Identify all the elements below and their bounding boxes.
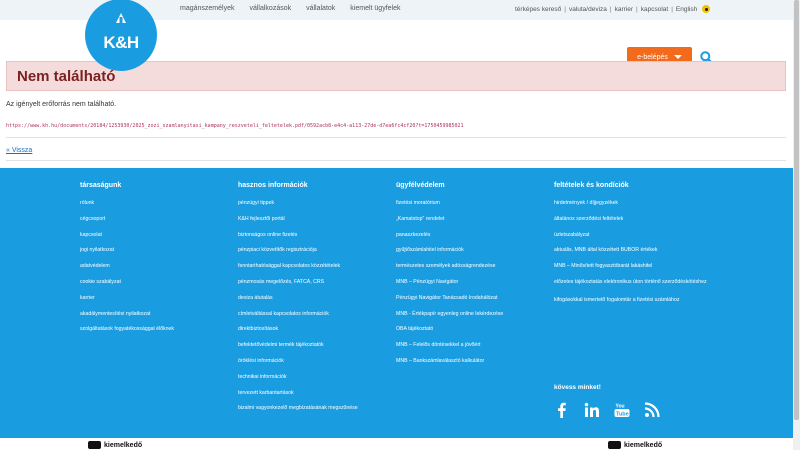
footer-link[interactable]: akadálymentesítési nyilatkozat (80, 311, 174, 327)
footer-link[interactable]: általános szerződési feltételek (554, 216, 714, 232)
nav-vallalkozasok[interactable]: vállalkozások (249, 5, 291, 12)
footer-link[interactable]: deviza átutalás (238, 295, 358, 311)
footer-link[interactable]: kifogásokkal ismertető fogalomtár a fize… (554, 297, 714, 313)
award-logo-icon (88, 441, 101, 449)
footer-column-ugyfelvedelem: ügyfélvédelem fizetési moratórium „Kamat… (396, 182, 503, 374)
footer-link[interactable]: tervezett karbantartások (238, 390, 358, 406)
footer-link[interactable]: rólunk (80, 200, 174, 216)
logo-mark-icon (116, 13, 126, 23)
nav-maganszemelyek[interactable]: magánszemélyek (180, 5, 234, 12)
footer-link[interactable]: pénzpiaci közvetítők regisztrációja (238, 247, 358, 263)
footer-link[interactable]: karrier (80, 295, 174, 311)
scrollbar-thumb[interactable] (794, 0, 799, 420)
award-strip: kiemelkedő kiemelkedő (0, 438, 793, 450)
footer-column-tarsasagunk: társaságunk rólunk cégcsoport kapcsolat … (80, 182, 174, 342)
footer-link[interactable]: MNB – Pénzügyi Navigátor (396, 279, 503, 295)
footer-link[interactable]: üzletszabályzat (554, 232, 714, 248)
footer-link[interactable]: direktbiztosítások (238, 326, 358, 342)
link-terkepes-kereso[interactable]: térképes kereső (515, 6, 561, 13)
error-message: Az igényelt erőforrás nem található. (6, 101, 117, 108)
logo-text: K&H (103, 33, 139, 52)
footer-link[interactable]: gyűjtőszámlahitel információk (396, 247, 503, 263)
footer-link[interactable]: öröklési információk (238, 358, 358, 374)
footer-link[interactable]: MNB - Értékpapír egyenleg online lekérde… (396, 311, 503, 327)
footer-link[interactable]: MNB – Minősített fogyasztóbarát lakáshit… (554, 263, 714, 279)
footer-link[interactable]: „Kamatstop” rendelet (396, 216, 503, 232)
linkedin-icon[interactable] (584, 402, 600, 418)
page-title: Nem található (17, 68, 116, 85)
footer-link[interactable]: fenntarthatósággal kapcsolatos közzététe… (238, 263, 358, 279)
separator: | (636, 5, 638, 13)
footer-link[interactable]: technikai információk (238, 374, 358, 390)
footer-column-hasznos-informaciok: hasznos információk pénzügyi tippek K&H … (238, 182, 358, 421)
footer-link[interactable]: OBA tájékoztató (396, 326, 503, 342)
award-badge: kiemelkedő (608, 441, 662, 449)
footer-link[interactable]: befektetővédelmi termék tájékoztatók (238, 342, 358, 358)
link-valuta-deviza[interactable]: valuta/deviza (569, 6, 607, 13)
award-label: kiemelkedő (624, 441, 663, 449)
accessibility-icon[interactable] (702, 5, 711, 13)
link-english[interactable]: English (676, 6, 697, 13)
link-kapcsolat[interactable]: kapcsolat (641, 6, 668, 13)
separator: | (609, 5, 612, 13)
footer-link[interactable]: cégcsoport (80, 216, 174, 232)
footer-link[interactable]: bizalmi vagyonkezelő megbízatásának megs… (238, 405, 358, 421)
footer-link[interactable]: MNB – Bankszámlaválasztó kalkulátor (396, 358, 503, 374)
footer-link[interactable]: MNB – Felelős döntésekkel a jövőért (396, 342, 503, 358)
divider (6, 137, 786, 138)
footer-column-title: feltételek és kondíciók (554, 182, 629, 189)
footer-link[interactable]: hirdetmények / díjjegyzékek (554, 200, 714, 216)
footer-link[interactable]: adatvédelem (80, 263, 174, 279)
link-karrier[interactable]: karrier (615, 6, 633, 13)
award-label: kiemelkedő (104, 441, 143, 449)
award-badge: kiemelkedő (88, 441, 142, 449)
footer-link[interactable]: pénzmosás megelőzés, FATCA, CRS (238, 279, 358, 295)
youtube-icon[interactable]: You Tube (614, 402, 630, 418)
segment-nav: magánszemélyek vállalkozások vállalatok … (180, 5, 401, 12)
footer-link[interactable]: biztonságos online fizetés (238, 232, 358, 248)
footer-link[interactable]: aktuális, MNB által közzétett BUBOR érté… (554, 247, 714, 263)
footer-link[interactable]: előzetes tájékoztatás elektronikus úton … (554, 279, 714, 297)
follow-us-label: kövess minket! (554, 384, 601, 391)
footer-link[interactable]: K&H fejlesztői portál (238, 216, 358, 232)
footer-link[interactable]: természetes személyek adósságrendezése (396, 263, 503, 279)
requested-url: https://www.kh.hu/documents/20184/125393… (6, 123, 464, 129)
award-logo-icon (608, 441, 621, 449)
chevron-down-icon (673, 55, 682, 59)
footer: társaságunk rólunk cégcsoport kapcsolat … (0, 168, 793, 438)
scrollbar[interactable] (793, 0, 800, 450)
rss-icon[interactable] (644, 402, 660, 418)
footer-link[interactable]: fizetési moratórium (396, 200, 503, 216)
footer-link[interactable]: Pénzügyi Navigátor Tanácsadó Irodahálóza… (396, 295, 503, 311)
kh-logo[interactable]: K&H (85, 0, 157, 71)
utility-nav: térképes kereső | valuta/deviza | karrie… (515, 5, 711, 13)
footer-link[interactable]: címletváltással kapcsolatos információk (238, 311, 358, 327)
back-link[interactable]: « Vissza (6, 147, 32, 154)
divider (6, 160, 786, 161)
footer-column-title: társaságunk (80, 182, 122, 189)
nav-kiemelt-ugyfelek[interactable]: kiemelt ügyfelek (350, 5, 400, 12)
footer-column-title: hasznos információk (238, 182, 308, 189)
separator: | (564, 5, 566, 13)
separator: | (671, 5, 673, 13)
facebook-icon[interactable] (554, 402, 570, 418)
footer-link[interactable]: szolgáltatások fogyatékossággal élőknek (80, 326, 174, 342)
social-links: You Tube (554, 402, 660, 418)
footer-link[interactable]: kapcsolat (80, 232, 174, 248)
footer-link[interactable]: jogi nyilatkozat (80, 247, 174, 263)
svg-text:You: You (616, 404, 625, 410)
footer-link[interactable]: cookie szabályzat (80, 279, 174, 295)
footer-link[interactable]: pénzügyi tippek (238, 200, 358, 216)
footer-column-title: ügyfélvédelem (396, 182, 445, 189)
nav-vallalatok[interactable]: vállalatok (306, 5, 335, 12)
footer-column-feltetelek: feltételek és kondíciók hirdetmények / d… (554, 182, 714, 313)
e-login-label: e-belépés (637, 53, 668, 61)
svg-text:Tube: Tube (616, 411, 629, 417)
footer-link[interactable]: panaszkezelés (396, 232, 503, 248)
